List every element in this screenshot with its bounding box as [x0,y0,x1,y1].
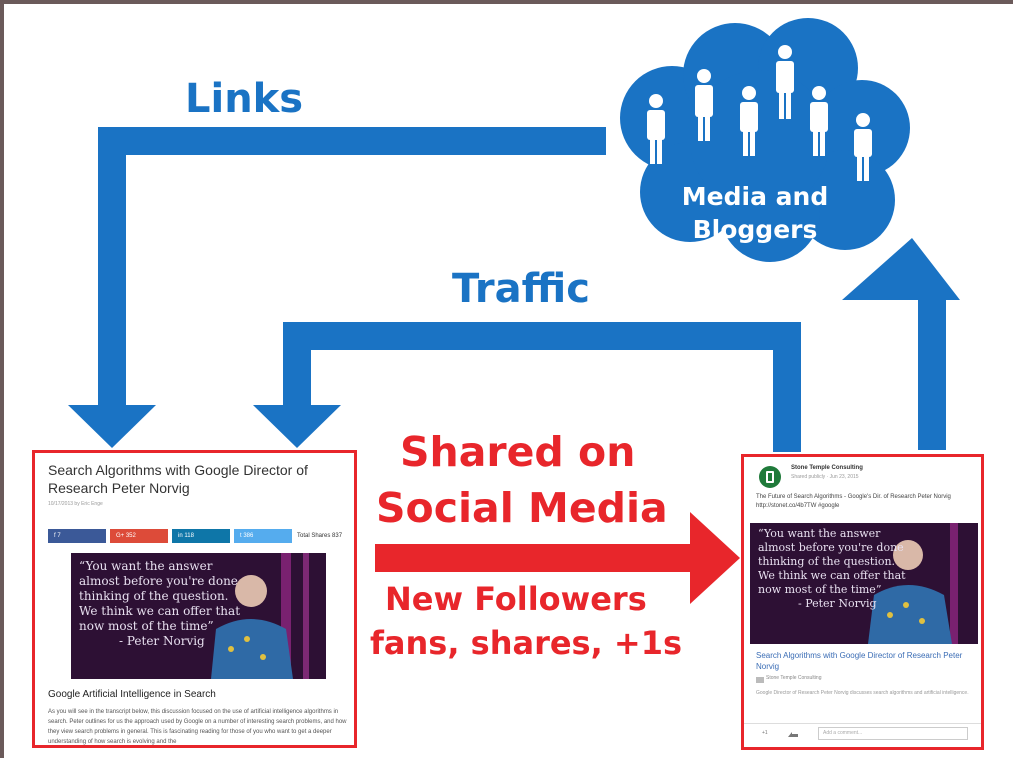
post-text: The Future of Search Algorithms - Google… [756,494,951,509]
links-label: Links [185,76,304,122]
social-post-card: Stone Temple Consulting Shared publicly … [741,454,984,750]
comment-input[interactable]: Add a comment... [818,727,968,740]
quote-line: We think we can offer that [79,604,241,618]
post-meta: Shared publicly · Jun 23, 2015 [791,474,859,480]
article-video[interactable]: “You want the answer almost before you'r… [71,553,326,679]
quote-line: now most of the time” [758,583,882,596]
twitter-share-button[interactable]: t 386 [234,529,292,543]
quote-line: “You want the answer [79,559,213,573]
video-quote: “You want the answer almost before you'r… [79,559,240,649]
post-video[interactable]: “You want the answer almost before you'r… [750,523,978,644]
quote-line: almost before you're done [758,541,904,554]
quote-line: We think we can offer that [758,569,906,582]
post-actions: +1 Add a comment... [744,723,981,744]
quote-line: thinking of the question. [758,555,896,568]
cloud-label-line1: Media and [681,182,829,211]
traffic-label: Traffic [452,266,590,312]
facebook-share-button[interactable]: f 7 [48,529,106,543]
post-description: Google Director of Research Peter Norvig… [756,690,969,696]
plus-one-button[interactable]: +1 [762,730,768,736]
quote-line: “You want the answer [758,527,881,540]
bloggers-arrow [842,238,960,450]
shared-label-line1: Shared on [400,428,636,476]
share-icon[interactable] [788,730,798,737]
article-subtitle: Google Artificial Intelligence in Search [48,689,216,700]
googleplus-share-button[interactable]: G+ 352 [110,529,168,543]
followers-label-line1: New Followers [385,580,647,618]
followers-label-line2: fans, shares, +1s [370,624,683,662]
article-card: Search Algorithms with Google Director o… [32,450,357,748]
post-link-title[interactable]: Search Algorithms with Google Director o… [756,650,971,672]
cloud-label-line2: Bloggers [692,215,818,244]
post-author[interactable]: Stone Temple Consulting [791,465,863,471]
article-meta: 10/17/2013 by Eric Enge [48,501,103,507]
quote-line: almost before you're done [79,574,238,588]
linkedin-share-button[interactable]: in 118 [172,529,230,543]
article-title[interactable]: Search Algorithms with Google Director o… [48,461,348,497]
article-body: As you will see in the transcript below,… [48,709,347,745]
quote-line: - Peter Norvig [798,597,877,610]
post-source: Stone Temple Consulting [766,675,822,681]
source-icon [756,677,764,683]
quote-line: - Peter Norvig [119,634,205,648]
quote-line: now most of the time” [79,619,214,633]
cloud-label: Media and Bloggers [660,180,850,246]
shared-label-line2: Social Media [376,484,668,532]
share-total: Total Shares 837 [297,533,343,539]
stone-temple-logo-icon [759,466,781,488]
video-quote: “You want the answer almost before you'r… [758,527,906,611]
quote-line: thinking of the question. [79,589,229,603]
